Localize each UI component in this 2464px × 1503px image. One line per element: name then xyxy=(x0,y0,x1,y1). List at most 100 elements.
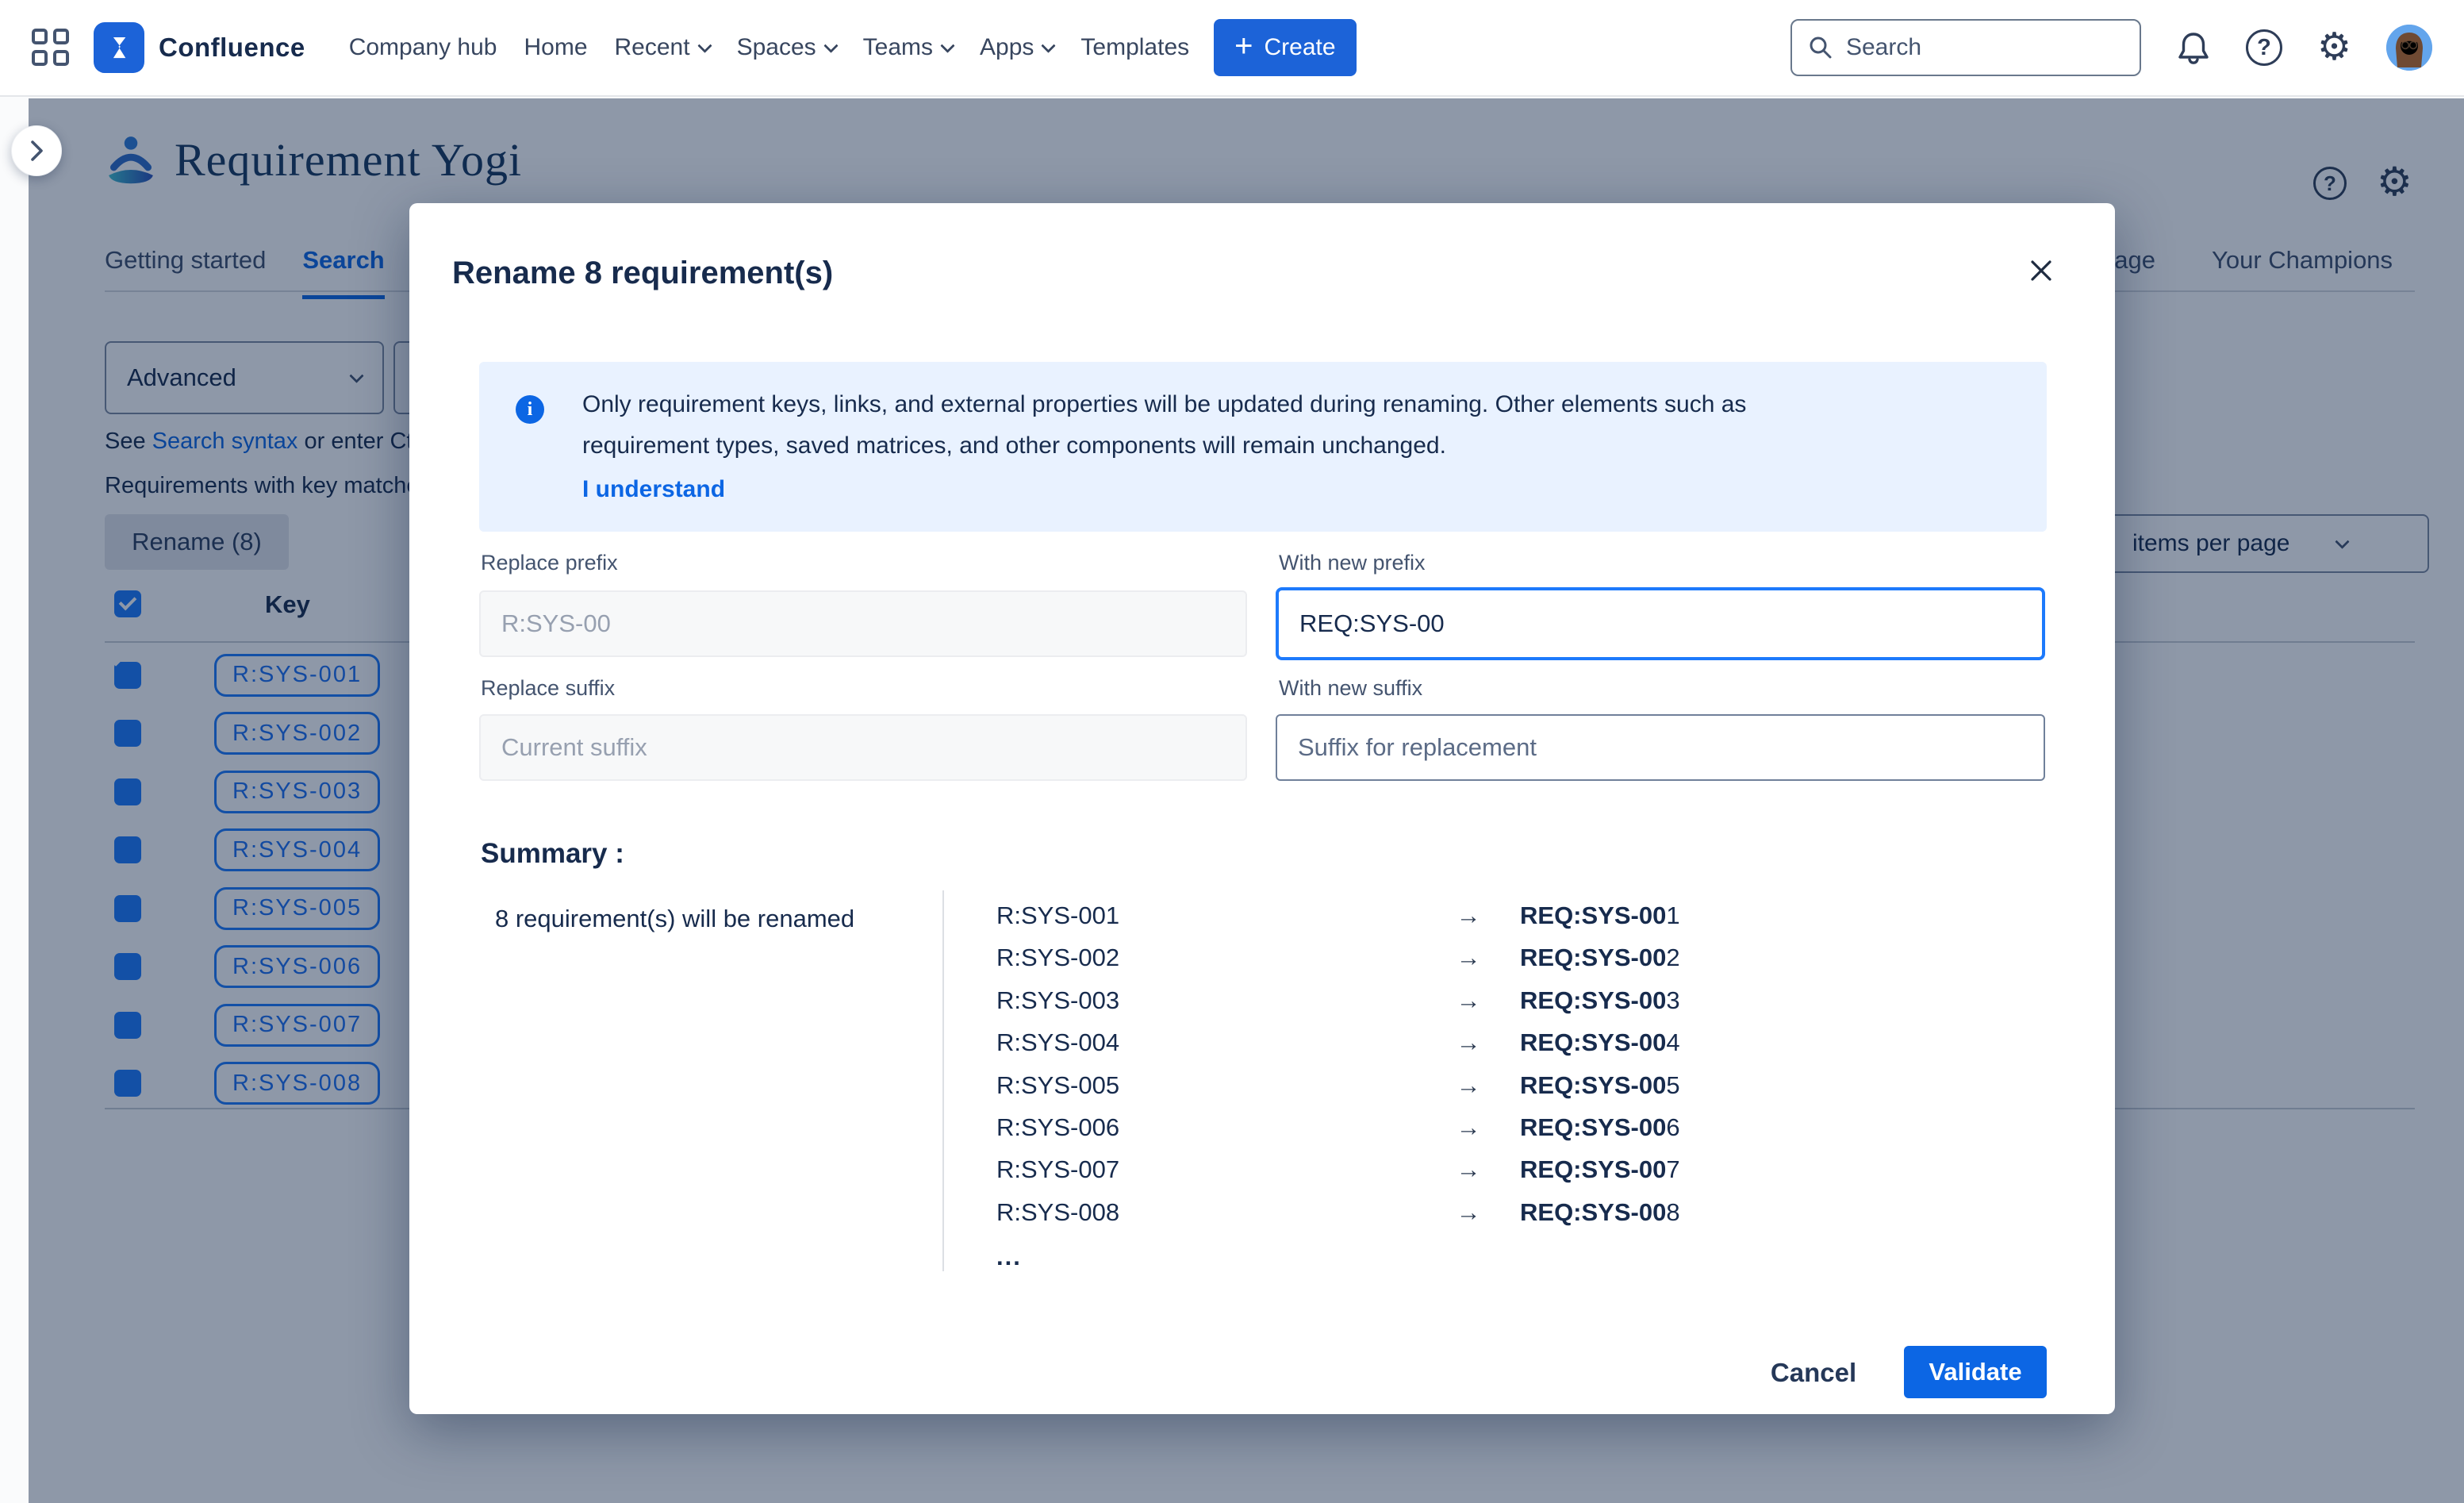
new-key: REQ:SYS-001 xyxy=(1520,901,1680,930)
create-button-label: Create xyxy=(1265,34,1336,61)
confluence-logo-icon[interactable] xyxy=(94,22,144,73)
notifications-button[interactable] xyxy=(2176,29,2211,66)
settings-button[interactable]: ⚙ xyxy=(2317,29,2351,67)
global-search[interactable] xyxy=(1790,19,2141,76)
new-key: REQ:SYS-004 xyxy=(1520,1028,1680,1057)
chevron-down-icon xyxy=(823,38,838,52)
rename-preview-row: R:SYS-002→ REQ:SYS-002 xyxy=(996,944,2059,986)
chevron-down-icon xyxy=(1042,38,1056,52)
info-line-1: Only requirement keys, links, and extern… xyxy=(582,384,1963,425)
primary-nav: Company hub Home Recent Spaces Teams Apps Temp… xyxy=(336,19,1203,76)
nav-item-templates[interactable]: Templates xyxy=(1067,19,1203,76)
nav-item-label: Home xyxy=(524,34,587,61)
nav-item-label: Teams xyxy=(863,34,933,61)
new-key-tail: 6 xyxy=(1666,1113,1679,1141)
i-understand-link[interactable]: I understand xyxy=(582,476,725,503)
arrow-right-icon: → xyxy=(1441,1113,1496,1142)
old-key: R:SYS-004 xyxy=(996,1028,1441,1057)
chevron-down-icon xyxy=(940,38,954,52)
nav-item-apps[interactable]: Apps xyxy=(966,19,1067,76)
search-input[interactable] xyxy=(1846,34,2108,61)
nav-item-teams[interactable]: Teams xyxy=(850,19,966,76)
nav-item-label: Apps xyxy=(980,34,1034,61)
new-key-prefix: REQ:SYS-00 xyxy=(1520,1113,1666,1141)
new-key-tail: 7 xyxy=(1666,1155,1679,1183)
info-message: Only requirement keys, links, and extern… xyxy=(582,384,1963,467)
gear-icon: ⚙ xyxy=(2317,29,2351,67)
validate-button[interactable]: Validate xyxy=(1904,1346,2047,1398)
new-key-prefix: REQ:SYS-00 xyxy=(1520,1198,1666,1226)
plus-icon: + xyxy=(1234,30,1253,62)
new-key-tail: 2 xyxy=(1666,944,1679,971)
nav-item-label: Company hub xyxy=(349,34,497,61)
help-button[interactable]: ? xyxy=(2246,29,2282,66)
replace-prefix-label: Replace prefix xyxy=(481,551,618,575)
arrow-right-icon: → xyxy=(1441,901,1496,930)
summary-ellipsis: ... xyxy=(996,1243,1022,1271)
old-key: R:SYS-002 xyxy=(996,944,1441,972)
old-key: R:SYS-003 xyxy=(996,986,1441,1015)
new-key: REQ:SYS-008 xyxy=(1520,1198,1680,1227)
new-key-prefix: REQ:SYS-00 xyxy=(1520,986,1666,1014)
user-avatar[interactable] xyxy=(2386,25,2432,71)
nav-item-label: Recent xyxy=(615,34,690,61)
rename-preview-row: R:SYS-005→REQ:SYS-005 xyxy=(996,1071,2059,1113)
nav-item-company-hub[interactable]: Company hub xyxy=(336,19,511,76)
rename-dialog: Rename 8 requirement(s) i Only requireme… xyxy=(409,203,2115,1414)
app-switcher-icon[interactable] xyxy=(32,29,70,67)
arrow-right-icon: → xyxy=(1441,1155,1496,1184)
arrow-right-icon: → xyxy=(1441,1198,1496,1227)
new-key: REQ:SYS-007 xyxy=(1520,1155,1680,1184)
new-suffix-input[interactable] xyxy=(1276,714,2045,781)
nav-item-label: Spaces xyxy=(737,34,816,61)
replace-prefix-input[interactable] xyxy=(479,590,1247,657)
new-key: REQ:SYS-005 xyxy=(1520,1071,1680,1100)
close-dialog-button[interactable] xyxy=(2020,249,2063,292)
new-key-prefix: REQ:SYS-00 xyxy=(1520,1071,1666,1099)
new-key-prefix: REQ:SYS-00 xyxy=(1520,901,1666,929)
rename-preview-row: R:SYS-008→ REQ:SYS-008 xyxy=(996,1198,2059,1240)
nav-item-spaces[interactable]: Spaces xyxy=(723,19,850,76)
replace-suffix-input[interactable] xyxy=(479,714,1247,781)
new-prefix-input[interactable] xyxy=(1276,587,2045,660)
new-key: REQ:SYS-003 xyxy=(1520,986,1680,1015)
cancel-button[interactable]: Cancel xyxy=(1750,1347,1877,1398)
arrow-right-icon: → xyxy=(1441,944,1496,972)
grid-square xyxy=(53,29,69,44)
new-suffix-label: With new suffix xyxy=(1279,676,1422,701)
info-banner: i Only requirement keys, links, and exte… xyxy=(479,362,2047,532)
confluence-glyph xyxy=(104,33,134,63)
top-navigation-bar: Confluence Company hub Home Recent Spaces Te… xyxy=(0,0,2464,97)
old-key: R:SYS-008 xyxy=(996,1198,1441,1227)
old-key: R:SYS-007 xyxy=(996,1155,1441,1184)
help-icon: ? xyxy=(2246,29,2282,66)
sidebar-expand-button[interactable] xyxy=(11,125,62,176)
nav-item-home[interactable]: Home xyxy=(510,19,601,76)
arrow-right-icon: → xyxy=(1441,1028,1496,1057)
new-key-prefix: REQ:SYS-00 xyxy=(1520,944,1666,971)
summary-heading: Summary : xyxy=(481,838,624,870)
grid-square xyxy=(32,29,48,44)
rename-preview-row: R:SYS-004→ REQ:SYS-004 xyxy=(996,1028,2059,1071)
arrow-right-icon: → xyxy=(1441,986,1496,1015)
new-key-tail: 1 xyxy=(1666,901,1679,929)
nav-item-label: Templates xyxy=(1080,34,1189,61)
dialog-title: Rename 8 requirement(s) xyxy=(452,256,833,291)
new-prefix-label: With new prefix xyxy=(1279,551,1426,575)
nav-item-recent[interactable]: Recent xyxy=(601,19,723,76)
rename-preview-row: R:SYS-003→ REQ:SYS-003 xyxy=(996,986,2059,1028)
avatar-image xyxy=(2386,25,2432,71)
info-icon: i xyxy=(516,395,544,424)
bell-icon xyxy=(2176,29,2211,66)
new-key-tail: 8 xyxy=(1666,1198,1679,1226)
grid-square xyxy=(32,50,48,66)
grid-square xyxy=(53,50,69,66)
create-button[interactable]: + Create xyxy=(1214,19,1356,76)
rename-preview-row: R:SYS-001→REQ:SYS-001 xyxy=(996,901,2059,944)
new-key-prefix: REQ:SYS-00 xyxy=(1520,1155,1666,1183)
product-name: Confluence xyxy=(159,33,305,63)
new-key-tail: 5 xyxy=(1666,1071,1679,1099)
info-line-2: requirement types, saved matrices, and o… xyxy=(582,425,1963,467)
chevron-down-icon xyxy=(697,38,712,52)
new-key-tail: 3 xyxy=(1666,986,1679,1014)
